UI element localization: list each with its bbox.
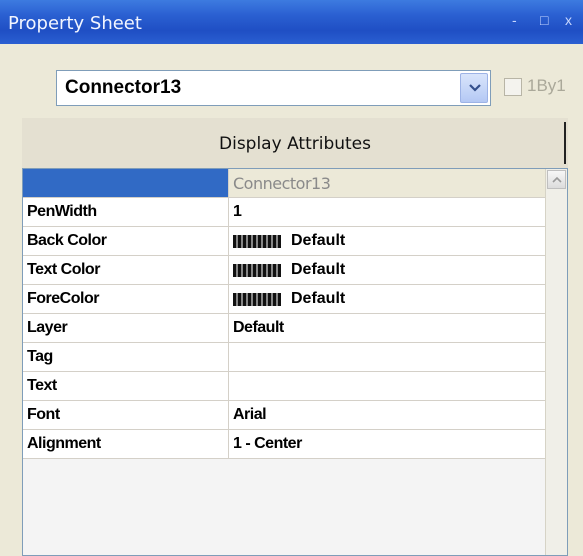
property-name: Text Color: [27, 261, 100, 278]
property-value: Arial: [233, 406, 267, 423]
property-row-tag[interactable]: Tag: [23, 343, 547, 372]
property-value: Default: [291, 261, 346, 278]
property-value: 1 - Center: [233, 435, 302, 452]
property-value: Default: [291, 232, 346, 249]
property-row-text-color[interactable]: Text Color Default: [23, 256, 547, 285]
property-value: Default: [291, 290, 346, 307]
minimize-button[interactable]: -: [512, 12, 517, 28]
title-bar: Property Sheet - □ x: [0, 0, 583, 44]
property-row-back-color[interactable]: Back Color Default: [23, 227, 547, 256]
window-title: Property Sheet: [8, 13, 142, 34]
property-value: Default: [233, 319, 284, 336]
property-row-forecolor[interactable]: ForeColor Default: [23, 285, 547, 314]
one-by-one-label: 1By1: [527, 76, 566, 95]
scroll-up-button[interactable]: [547, 170, 566, 189]
vertical-scrollbar[interactable]: [545, 169, 567, 555]
property-name: Alignment: [27, 435, 101, 452]
selected-object: Connector13: [65, 77, 182, 98]
property-name: Font: [27, 406, 60, 423]
grid-header-value: Connector13: [233, 174, 331, 193]
chevron-down-icon: [469, 84, 481, 92]
property-row-layer[interactable]: Layer Default: [23, 314, 547, 343]
color-swatch: [233, 264, 281, 277]
grid-header-row[interactable]: Connector13: [23, 169, 547, 198]
property-name: Tag: [27, 348, 53, 365]
property-grid: Connector13 PenWidth 1 Back Color Defaul…: [22, 168, 568, 556]
one-by-one-checkbox[interactable]: [504, 78, 522, 96]
chevron-up-icon: [552, 176, 562, 183]
property-value: 1: [233, 203, 242, 220]
property-name: ForeColor: [27, 290, 99, 307]
property-name: Text: [27, 377, 57, 394]
property-name: Layer: [27, 319, 68, 336]
property-row-alignment[interactable]: Alignment 1 - Center: [23, 430, 547, 459]
tab-display-attributes[interactable]: Display Attributes: [22, 118, 568, 168]
color-swatch: [233, 235, 281, 248]
property-name: PenWidth: [27, 203, 97, 220]
property-name: Back Color: [27, 232, 107, 249]
object-selector[interactable]: Connector13: [56, 70, 491, 106]
color-swatch: [233, 293, 281, 306]
property-row-text[interactable]: Text: [23, 372, 547, 401]
tab-divider: [564, 122, 566, 164]
property-row-penwidth[interactable]: PenWidth 1: [23, 198, 547, 227]
property-row-font[interactable]: Font Arial: [23, 401, 547, 430]
grid-header-name: [23, 169, 229, 197]
restore-button[interactable]: □: [540, 12, 548, 28]
tab-label: Display Attributes: [219, 134, 371, 154]
close-button[interactable]: x: [565, 12, 572, 28]
dropdown-button[interactable]: [460, 73, 488, 103]
